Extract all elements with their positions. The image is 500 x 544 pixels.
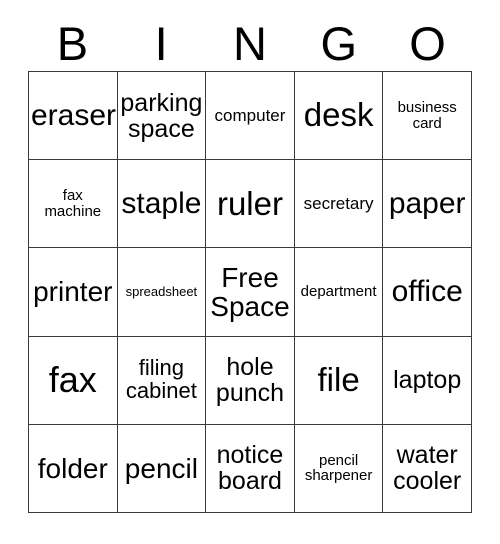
bingo-cell-label: pencil bbox=[124, 452, 198, 484]
bingo-cell[interactable]: fax machine bbox=[29, 160, 118, 249]
bingo-header-letter-g: G bbox=[320, 17, 358, 70]
bingo-cell-label: parking space bbox=[120, 88, 203, 143]
bingo-cell[interactable]: printer bbox=[29, 248, 118, 337]
bingo-cell[interactable]: eraser bbox=[29, 72, 118, 161]
bingo-cell[interactable]: paper bbox=[383, 160, 472, 249]
bingo-cell[interactable]: secretary bbox=[294, 160, 384, 249]
bingo-header-letter-o: O bbox=[409, 17, 446, 70]
bingo-cell-label: Free Space bbox=[210, 261, 290, 322]
bingo-cell-label: paper bbox=[388, 187, 466, 221]
bingo-cell-label: desk bbox=[303, 96, 374, 134]
bingo-card: B I N G O eraser parking space computer des… bbox=[0, 0, 500, 544]
bingo-cell-label: business card bbox=[397, 99, 457, 132]
bingo-cell-label: hole punch bbox=[215, 353, 285, 408]
bingo-cell[interactable]: ruler bbox=[206, 160, 295, 249]
bingo-cell-label: ruler bbox=[216, 184, 283, 222]
bingo-cell-label: spreadsheet bbox=[125, 284, 198, 300]
bingo-cell[interactable]: office bbox=[383, 248, 472, 337]
bingo-cell[interactable]: spreadsheet bbox=[117, 248, 207, 337]
bingo-cell[interactable]: staple bbox=[117, 160, 207, 249]
bingo-cell-label: computer bbox=[214, 105, 286, 125]
bingo-header-row: B I N G O bbox=[28, 16, 472, 71]
bingo-cell[interactable]: department bbox=[294, 248, 384, 337]
bingo-cell[interactable]: desk bbox=[294, 72, 384, 161]
bingo-cell-label: printer bbox=[33, 276, 113, 308]
bingo-cell-label: staple bbox=[121, 187, 202, 221]
bingo-cell-label: file bbox=[317, 361, 360, 399]
bingo-cell[interactable]: Free Space bbox=[206, 248, 295, 337]
bingo-cell[interactable]: fax bbox=[29, 336, 118, 425]
bingo-cell[interactable]: notice board bbox=[206, 424, 295, 513]
bingo-cell-label: water cooler bbox=[393, 441, 462, 496]
bingo-cell[interactable]: folder bbox=[29, 424, 118, 513]
bingo-cell[interactable]: hole punch bbox=[206, 336, 295, 425]
bingo-cell-label: department bbox=[300, 283, 377, 301]
bingo-cell[interactable]: water cooler bbox=[383, 424, 472, 513]
bingo-cell[interactable]: laptop bbox=[383, 336, 472, 425]
bingo-cell-label: filing cabinet bbox=[125, 355, 197, 404]
bingo-cell-label: eraser bbox=[31, 99, 117, 132]
bingo-cell-label: secretary bbox=[303, 193, 374, 213]
bingo-cell[interactable]: computer bbox=[206, 72, 295, 161]
bingo-cell[interactable]: pencil bbox=[117, 424, 207, 513]
bingo-grid: eraser parking space computer desk business … bbox=[28, 71, 472, 513]
bingo-cell[interactable]: pencil sharpener bbox=[294, 424, 384, 513]
bingo-cell[interactable]: filing cabinet bbox=[117, 336, 207, 425]
bingo-cell[interactable]: business card bbox=[383, 72, 472, 161]
bingo-cell-label: fax machine bbox=[44, 187, 102, 220]
bingo-cell-label: laptop bbox=[393, 366, 462, 395]
bingo-cell[interactable]: file bbox=[294, 336, 384, 425]
bingo-cell-label: folder bbox=[37, 452, 108, 484]
bingo-header-letter-i: I bbox=[154, 17, 168, 70]
bingo-cell-label: fax bbox=[48, 359, 97, 401]
bingo-header-letter-n: N bbox=[233, 17, 267, 70]
bingo-cell-label: pencil sharpener bbox=[304, 451, 373, 485]
bingo-cell[interactable]: parking space bbox=[117, 72, 207, 161]
bingo-cell-label: notice board bbox=[216, 441, 284, 496]
bingo-header-letter-b: B bbox=[56, 17, 89, 70]
bingo-cell-label: office bbox=[391, 275, 463, 309]
